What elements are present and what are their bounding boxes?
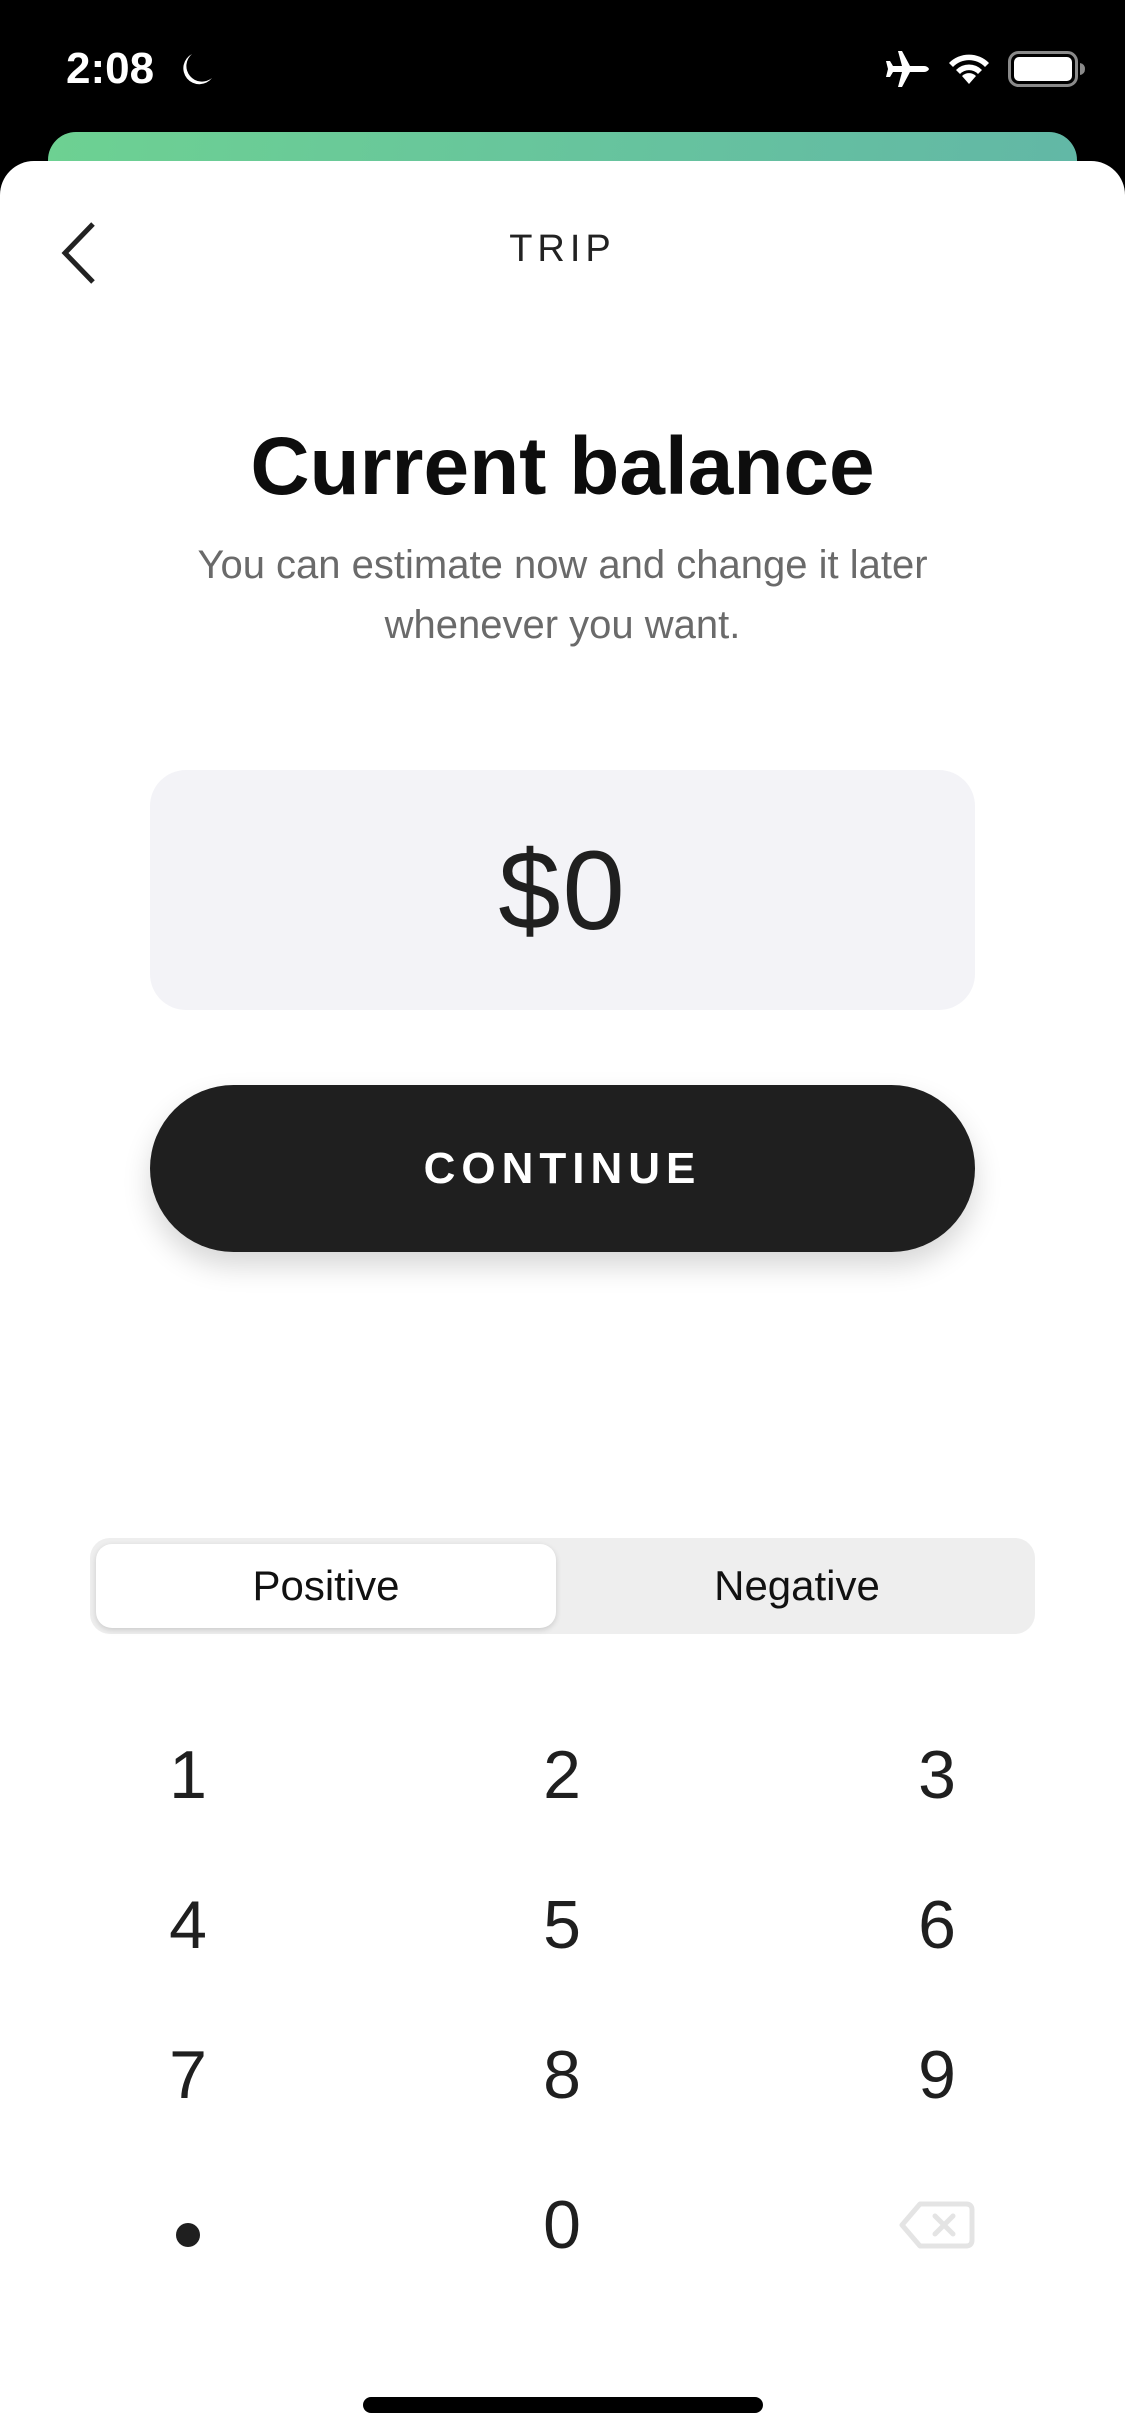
segment-negative[interactable]: Negative (565, 1544, 1029, 1628)
key-9[interactable]: 9 (787, 2005, 1087, 2145)
balance-amount-field[interactable]: $0 (150, 770, 975, 1010)
battery-icon (1008, 51, 1085, 87)
key-2[interactable]: 2 (412, 1705, 712, 1845)
decimal-point-icon (176, 2223, 200, 2247)
key-0[interactable]: 0 (412, 2155, 712, 2295)
key-7[interactable]: 7 (38, 2005, 338, 2145)
balance-amount-value: $0 (498, 827, 627, 953)
continue-button[interactable]: CONTINUE (150, 1085, 975, 1252)
page-title: Current balance (250, 421, 875, 512)
moon-icon (183, 54, 212, 85)
backspace-icon (899, 2201, 975, 2249)
key-4[interactable]: 4 (38, 1855, 338, 1995)
key-8[interactable]: 8 (412, 2005, 712, 2145)
airplane-mode-icon (886, 51, 929, 87)
key-1[interactable]: 1 (38, 1705, 338, 1845)
sign-segmented-control: Positive Negative (90, 1538, 1035, 1634)
key-6[interactable]: 6 (787, 1855, 1087, 1995)
key-5[interactable]: 5 (412, 1855, 712, 1995)
home-indicator (363, 2397, 763, 2413)
status-time: 2:08 (66, 44, 155, 93)
wifi-icon (949, 54, 989, 84)
segment-positive[interactable]: Positive (96, 1544, 556, 1628)
continue-label: CONTINUE (423, 1143, 702, 1193)
status-bar: 2:08 (0, 0, 1125, 130)
key-3[interactable]: 3 (787, 1705, 1087, 1845)
key-backspace[interactable] (787, 2155, 1087, 2295)
page-subtitle: You can estimate now and change it later… (197, 543, 928, 647)
nav-title: TRIP (509, 228, 616, 270)
key-decimal[interactable] (38, 2155, 338, 2295)
